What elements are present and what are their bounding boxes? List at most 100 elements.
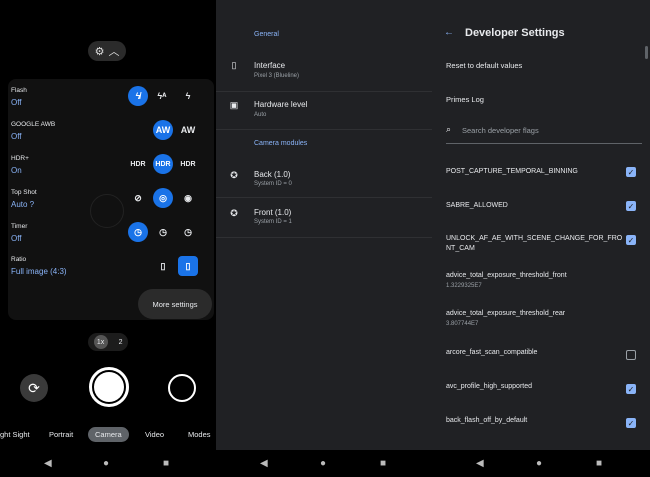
flag-checkbox[interactable]: ✓	[626, 384, 636, 394]
top-shot-auto-icon[interactable]: ◎	[153, 188, 173, 208]
camera-screen: ⚙ ︿ Flash Off ϟ̸ ϟᴬ ϟ GOOGLE AWB Off AW …	[0, 0, 216, 477]
flag-checkbox[interactable]	[626, 350, 636, 360]
flag-checkbox[interactable]: ✓	[626, 167, 636, 177]
switch-camera-icon[interactable]: ⟳	[20, 374, 48, 402]
flag-row: SABRE_ALLOWED	[446, 201, 636, 211]
mode-night-sight[interactable]: ght Sight	[0, 430, 30, 439]
flag-name: avc_profile_high_supported	[446, 383, 533, 390]
back-icon[interactable]: ◀	[260, 458, 268, 469]
home-icon[interactable]: ●	[536, 458, 542, 469]
back-camera-item[interactable]: ✪ Back (1.0) System ID = 0	[216, 158, 432, 198]
hardware-level-item[interactable]: ▣ Hardware level Auto	[216, 92, 432, 130]
awb-setting: GOOGLE AWB Off	[11, 121, 55, 141]
zoom-1x-button[interactable]: 1x	[93, 335, 108, 349]
home-icon[interactable]: ●	[320, 458, 326, 469]
interface-item[interactable]: ▯ Interface Pixel 3 (Blueline)	[216, 48, 432, 92]
camera-lens-icon: ✪	[230, 169, 238, 180]
flag-row[interactable]: advice_total_exposure_threshold_rear 3.8…	[446, 309, 636, 329]
search-bar[interactable]: ⌕	[446, 122, 642, 144]
zoom-2x-button[interactable]: 2	[119, 339, 123, 346]
awb-off-icon[interactable]: AW	[153, 120, 173, 140]
flag-name: advice_total_exposure_threshold_rear	[446, 310, 566, 317]
back-arrow-icon[interactable]: ←	[444, 27, 454, 38]
back-camera-subtitle: System ID = 0	[254, 181, 292, 187]
back-camera-title: Back (1.0)	[254, 170, 291, 179]
hdr-label: HDR+	[11, 155, 29, 162]
flag-row[interactable]: advice_total_exposure_threshold_front 1.…	[446, 271, 636, 291]
hdr-on-icon[interactable]: HDR	[153, 154, 173, 174]
focus-indicator	[90, 194, 124, 228]
flag-row: POST_CAPTURE_TEMPORAL_BINNING	[446, 167, 636, 177]
hdr-setting: HDR+ On	[11, 155, 29, 175]
flag-row: UNLOCK_AF_AE_WITH_SCENE_CHANGE_FOR_FRONT…	[446, 234, 624, 254]
gear-icon: ⚙	[94, 45, 105, 58]
nav-bar: ◀ ● ■	[0, 450, 216, 477]
top-shot-setting: Top Shot Auto ?	[11, 189, 37, 209]
recents-icon[interactable]: ■	[163, 458, 169, 469]
recents-icon[interactable]: ■	[380, 458, 386, 469]
flag-name: POST_CAPTURE_TEMPORAL_BINNING	[446, 168, 578, 175]
settings-toggle[interactable]: ⚙ ︿	[88, 41, 126, 61]
mode-camera[interactable]: Camera	[88, 427, 129, 442]
front-camera-subtitle: System ID = 1	[254, 219, 292, 225]
gallery-thumbnail[interactable]	[168, 374, 196, 402]
hdr-off-icon[interactable]: HDR	[128, 154, 148, 174]
nav-bar: ◀ ● ■	[432, 450, 650, 477]
ratio-cropped-icon[interactable]: ▯	[153, 256, 173, 276]
flash-setting: Flash Off	[11, 87, 27, 107]
flash-off-icon[interactable]: ϟ̸	[128, 86, 148, 106]
front-camera-item[interactable]: ✪ Front (1.0) System ID = 1	[216, 198, 432, 238]
top-shot-on-icon[interactable]: ◉	[178, 188, 198, 208]
camera-settings-screen: General ▯ Interface Pixel 3 (Blueline) ▣…	[216, 0, 432, 477]
hardware-title: Hardware level	[254, 100, 308, 109]
chip-icon: ▣	[229, 99, 239, 110]
mode-selector: ght Sight Portrait Camera Video Modes	[0, 427, 216, 445]
flash-on-icon[interactable]: ϟ	[178, 86, 198, 106]
flag-name: arcore_fast_scan_compatible	[446, 349, 538, 356]
back-icon[interactable]: ◀	[476, 458, 484, 469]
section-camera-modules: Camera modules	[254, 140, 308, 147]
flag-name: back_flash_off_by_default	[446, 417, 528, 424]
home-icon[interactable]: ●	[103, 458, 109, 469]
top-shot-value: Auto ?	[11, 200, 35, 209]
flag-row: back_flash_off_by_default	[446, 416, 636, 426]
flash-auto-icon[interactable]: ϟᴬ	[152, 86, 172, 106]
front-camera-title: Front (1.0)	[254, 208, 292, 217]
more-settings-button[interactable]: More settings	[138, 289, 212, 319]
awb-value: Off	[11, 132, 22, 141]
primes-log-button[interactable]: Primes Log	[446, 95, 484, 104]
flag-checkbox[interactable]: ✓	[626, 235, 636, 245]
mode-video[interactable]: Video	[145, 430, 164, 439]
timer-3s-icon[interactable]: ◷	[153, 222, 173, 242]
reset-defaults-button[interactable]: Reset to default values	[446, 61, 522, 70]
hdr-enhanced-icon[interactable]: HDR	[178, 154, 198, 174]
awb-on-icon[interactable]: AW	[178, 120, 198, 140]
top-shot-off-icon[interactable]: ⊘	[128, 188, 148, 208]
flag-value: 3.807744E7	[446, 321, 479, 327]
nav-bar: ◀ ● ■	[216, 450, 432, 477]
timer-label: Timer	[11, 223, 28, 230]
flag-checkbox[interactable]: ✓	[626, 418, 636, 428]
flag-checkbox[interactable]: ✓	[626, 201, 636, 211]
timer-10s-icon[interactable]: ◷	[178, 222, 198, 242]
ratio-value: Full image (4:3)	[11, 267, 67, 276]
shutter-button[interactable]	[89, 367, 129, 407]
camera-lens-icon: ✪	[230, 207, 238, 218]
timer-off-icon[interactable]: ◷	[128, 222, 148, 242]
flash-value: Off	[11, 98, 22, 107]
timer-value: Off	[11, 234, 22, 243]
scrollbar[interactable]	[645, 46, 648, 59]
mode-portrait[interactable]: Portrait	[49, 430, 73, 439]
zoom-selector[interactable]: 1x 2	[88, 333, 128, 351]
hdr-value: On	[11, 166, 22, 175]
search-icon: ⌕	[446, 124, 452, 134]
interface-subtitle: Pixel 3 (Blueline)	[254, 73, 300, 79]
flag-value: 1.3229325E7	[446, 283, 482, 289]
page-title: Developer Settings	[465, 27, 565, 39]
back-icon[interactable]: ◀	[44, 458, 52, 469]
ratio-full-icon[interactable]: ▯	[178, 256, 198, 276]
search-input[interactable]	[462, 122, 638, 138]
recents-icon[interactable]: ■	[596, 458, 602, 469]
mode-modes[interactable]: Modes	[188, 430, 211, 439]
awb-label: GOOGLE AWB	[11, 121, 56, 128]
